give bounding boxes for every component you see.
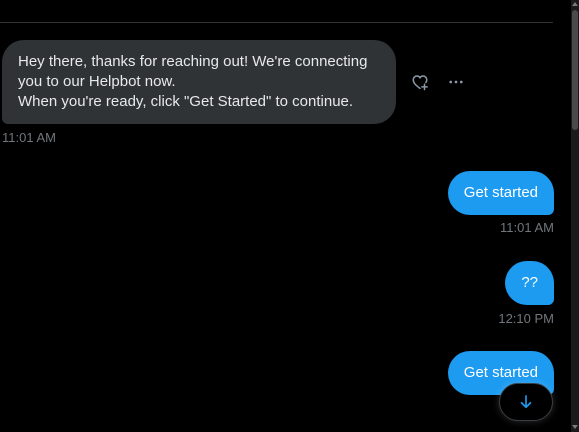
scrollbar-down-arrow-icon[interactable]: [572, 425, 578, 429]
outgoing-message-bubble: Get started: [447, 171, 554, 215]
scrollbar[interactable]: [571, 0, 579, 432]
message-timestamp: 12:10 PM: [498, 311, 554, 326]
scrollbar-thumb[interactable]: [572, 10, 578, 130]
message-timestamp: 11:01 AM: [2, 130, 56, 145]
header-divider: [0, 22, 553, 23]
message-actions: [410, 72, 466, 92]
outgoing-message-bubble: ??: [505, 261, 554, 305]
incoming-message-line: you to our Helpbot now.: [18, 73, 176, 90]
scrollbar-up-arrow-icon[interactable]: [572, 2, 578, 6]
more-icon[interactable]: [446, 72, 466, 92]
incoming-message-line: When you're ready, click "Get Started" t…: [18, 93, 354, 110]
arrow-down-icon: [520, 395, 532, 409]
incoming-message-bubble: Hey there, thanks for reaching out! We'r…: [2, 40, 396, 124]
message-timestamp: 11:01 AM: [500, 220, 554, 235]
scroll-to-bottom-button[interactable]: [499, 383, 553, 421]
conversation-view: Hey there, thanks for reaching out! We'r…: [0, 0, 579, 432]
incoming-message-line: Hey there, thanks for reaching out! We'r…: [18, 53, 368, 70]
add-reaction-icon[interactable]: [410, 72, 430, 92]
